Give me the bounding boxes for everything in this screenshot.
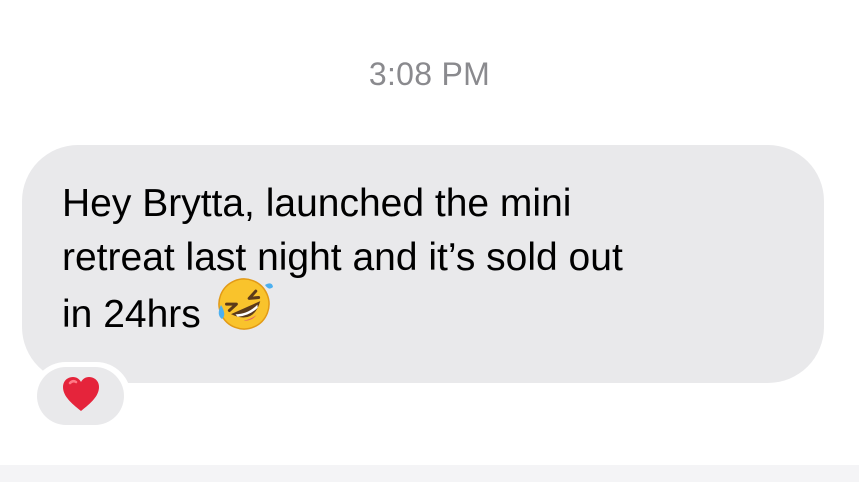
message-text-line-3-text: in 24hrs (62, 292, 201, 336)
heart-reaction-badge[interactable] (37, 367, 124, 425)
composer-area-edge (0, 465, 859, 482)
message-timestamp: 3:08 PM (368, 56, 491, 92)
rolling-on-the-floor-laughing-icon (215, 275, 273, 348)
message-text-line-1: Hey Brytta, launched the mini (62, 182, 572, 225)
message-thread: 3:08 PM Hey Brytta, launched the mini re… (0, 0, 859, 482)
message-text-line-2: retreat last night and it’s sold out (62, 236, 623, 279)
red-heart-icon (61, 375, 101, 418)
incoming-message-bubble[interactable]: Hey Brytta, launched the mini retreat la… (22, 145, 824, 383)
message-text-line-3: in 24hrs (62, 278, 784, 348)
